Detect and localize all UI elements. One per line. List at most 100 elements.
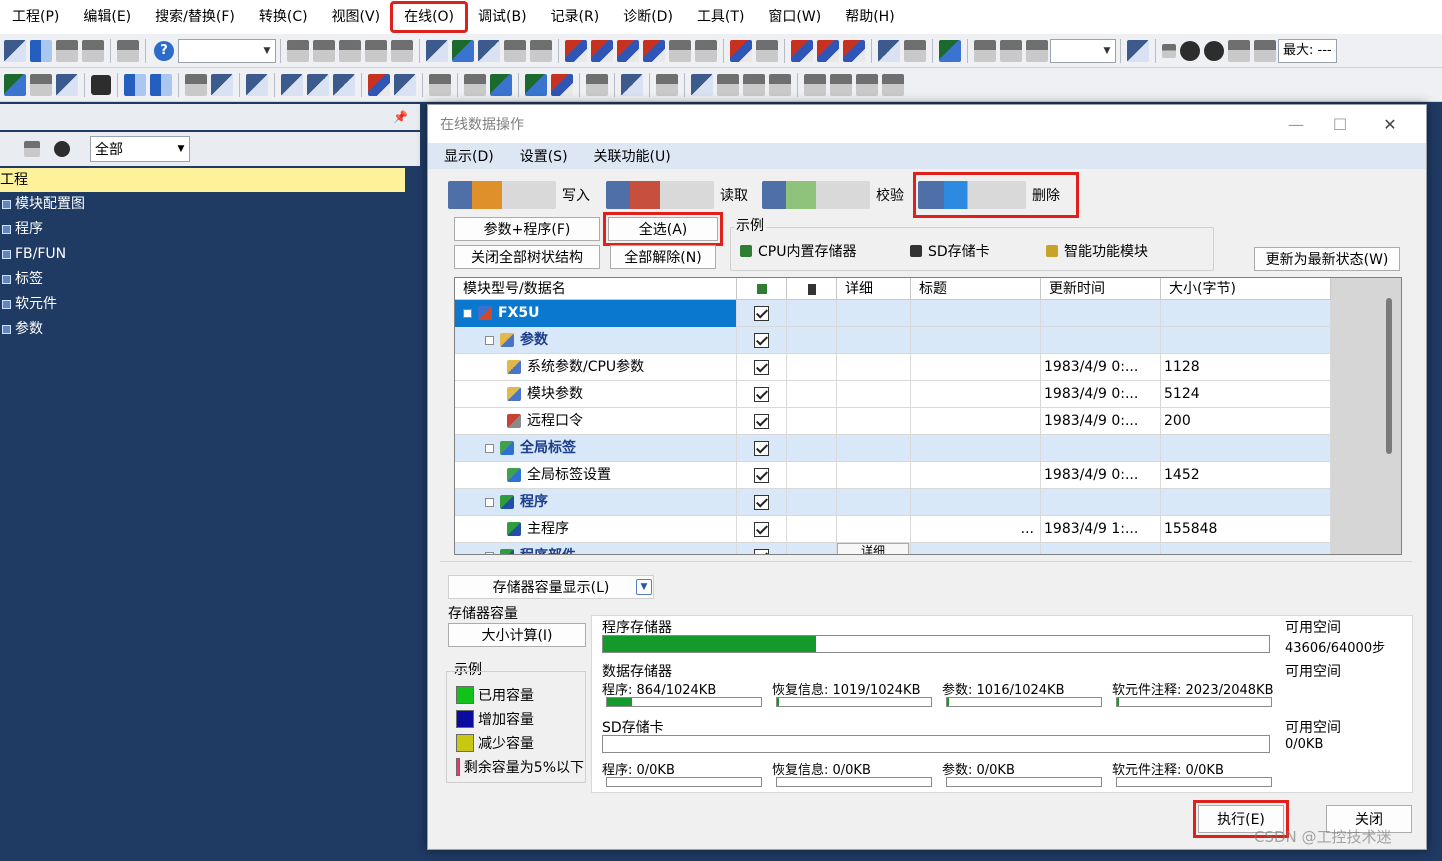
- menu-online[interactable]: 在线(O): [390, 1, 469, 33]
- tree-item-program[interactable]: 程序: [0, 217, 405, 242]
- person-search-icon[interactable]: [656, 73, 678, 96]
- menu-search-replace[interactable]: 搜索/替换(F): [143, 3, 247, 31]
- monitor-start-icon[interactable]: [791, 39, 813, 62]
- row-checkbox[interactable]: [754, 548, 769, 554]
- paste-icon[interactable]: [339, 39, 361, 62]
- select-all-button[interactable]: 全选(A): [603, 212, 723, 246]
- dev-search-icon[interactable]: [307, 73, 329, 96]
- tree-item-label[interactable]: 标签: [0, 267, 405, 292]
- plc-list-icon[interactable]: [695, 39, 717, 62]
- stop-square-icon[interactable]: [1162, 43, 1176, 58]
- find-monitor-icon[interactable]: [691, 73, 713, 96]
- check-edit-icon[interactable]: [525, 73, 547, 96]
- layout-icon[interactable]: [717, 73, 739, 96]
- binoculars-icon[interactable]: [185, 73, 207, 96]
- zoom-combo[interactable]: ▼: [1050, 38, 1116, 63]
- menu-project[interactable]: 工程(P): [0, 3, 71, 31]
- expand-toggle-icon[interactable]: [485, 443, 494, 453]
- check-circle-icon[interactable]: [1180, 40, 1200, 61]
- table-row[interactable]: 程序: [455, 489, 1331, 516]
- expand-toggle-icon[interactable]: [485, 335, 494, 345]
- tab-delete[interactable]: 删除: [913, 172, 1079, 218]
- table-row[interactable]: 远程口令 1983/4/9 0:... 200: [455, 408, 1331, 435]
- window-tile-icon[interactable]: [150, 73, 172, 96]
- doc-icon[interactable]: [429, 73, 451, 96]
- tab-write[interactable]: 写入: [448, 177, 590, 213]
- search-window-icon[interactable]: [117, 39, 139, 62]
- write-plc-icon[interactable]: [565, 39, 587, 62]
- device-icon[interactable]: [426, 39, 448, 62]
- dev-table-icon[interactable]: [333, 73, 355, 96]
- monitor-write-icon[interactable]: [843, 39, 865, 62]
- menu-view[interactable]: 视图(V): [320, 3, 393, 31]
- menu-debug[interactable]: 调试(B): [466, 3, 539, 31]
- layout-3-icon[interactable]: [769, 73, 791, 96]
- menu-convert[interactable]: 转换(C): [247, 3, 320, 31]
- memory-capacity-toggle-button[interactable]: 存储器容量显示(L): [448, 575, 654, 599]
- row-checkbox[interactable]: [754, 386, 769, 402]
- tools-icon[interactable]: [586, 73, 608, 96]
- update-latest-button[interactable]: 更新为最新状态(W): [1254, 247, 1400, 271]
- check-circle-2-icon[interactable]: [1204, 40, 1224, 61]
- zoom-fit-icon[interactable]: [1026, 39, 1048, 62]
- tree-item-module-config[interactable]: 模块配置图: [0, 192, 405, 217]
- collapse-icon[interactable]: [24, 141, 40, 157]
- wave-icon[interactable]: [551, 73, 573, 96]
- scrollbar-thumb[interactable]: [1386, 298, 1392, 454]
- grid-4-icon[interactable]: [882, 73, 904, 96]
- expand-toggle-icon[interactable]: [485, 497, 494, 507]
- chart-icon[interactable]: [464, 73, 486, 96]
- cut-icon[interactable]: [287, 39, 309, 62]
- display-icon[interactable]: [878, 39, 900, 62]
- list-find-icon[interactable]: [394, 73, 416, 96]
- minimize-icon[interactable]: —: [1274, 105, 1318, 143]
- gear-time-icon[interactable]: [1254, 39, 1276, 62]
- module-icon[interactable]: [91, 74, 111, 95]
- row-checkbox[interactable]: [754, 359, 769, 375]
- menu-window[interactable]: 窗口(W): [756, 3, 833, 31]
- row-checkbox[interactable]: [754, 413, 769, 429]
- save-icon[interactable]: [56, 39, 78, 62]
- dialog-menu-display[interactable]: 显示(D): [428, 146, 504, 166]
- expand-toggle-icon[interactable]: [485, 551, 494, 554]
- network-icon[interactable]: [1127, 39, 1149, 62]
- grid-2-icon[interactable]: [830, 73, 852, 96]
- tab-read[interactable]: 读取: [606, 177, 748, 213]
- transfer-icon[interactable]: [621, 73, 643, 96]
- sign-icon[interactable]: [490, 73, 512, 96]
- window-list-icon[interactable]: [124, 73, 146, 96]
- table-scrollbar[interactable]: [1331, 278, 1401, 554]
- help-icon[interactable]: ?: [154, 40, 174, 61]
- ladder-icon[interactable]: [4, 73, 26, 96]
- row-checkbox[interactable]: [754, 305, 769, 321]
- hex-view-icon[interactable]: [56, 73, 78, 96]
- table-row[interactable]: 参数: [455, 327, 1331, 354]
- pin-icon[interactable]: 📌: [393, 110, 408, 124]
- table-row[interactable]: 模块参数 1983/4/9 0:... 5124: [455, 381, 1331, 408]
- row-checkbox[interactable]: [754, 494, 769, 510]
- new-project-icon[interactable]: [4, 39, 26, 62]
- zoom-in-icon[interactable]: [974, 39, 996, 62]
- table-row[interactable]: 系统参数/CPU参数 1983/4/9 0:... 1128: [455, 354, 1331, 381]
- device-list-icon[interactable]: [211, 73, 233, 96]
- redo-icon[interactable]: [391, 39, 413, 62]
- menu-edit[interactable]: 编辑(E): [71, 3, 143, 31]
- print-icon[interactable]: [82, 39, 104, 62]
- table-row[interactable]: FX5U: [455, 300, 1331, 327]
- row-checkbox[interactable]: [754, 332, 769, 348]
- hex-icon[interactable]: [478, 39, 500, 62]
- dev-edit-icon[interactable]: [281, 73, 303, 96]
- tree-item-project[interactable]: 工程: [0, 168, 405, 192]
- close-icon[interactable]: ✕: [1368, 105, 1412, 143]
- print-preview-icon[interactable]: [30, 73, 52, 96]
- row-checkbox[interactable]: [754, 440, 769, 456]
- tree-item-fb-fun[interactable]: FB/FUN: [0, 242, 405, 267]
- device-paste-icon[interactable]: [530, 39, 552, 62]
- device-search-icon[interactable]: [452, 39, 474, 62]
- zoom-out-icon[interactable]: [1000, 39, 1022, 62]
- device-write-icon[interactable]: [756, 39, 778, 62]
- gear-icon[interactable]: [54, 141, 70, 157]
- tree-item-device[interactable]: 软元件: [0, 292, 405, 317]
- close-all-tree-button[interactable]: 关闭全部树状结构: [454, 245, 600, 269]
- navigation-filter-select[interactable]: 全部 ▼: [90, 136, 190, 162]
